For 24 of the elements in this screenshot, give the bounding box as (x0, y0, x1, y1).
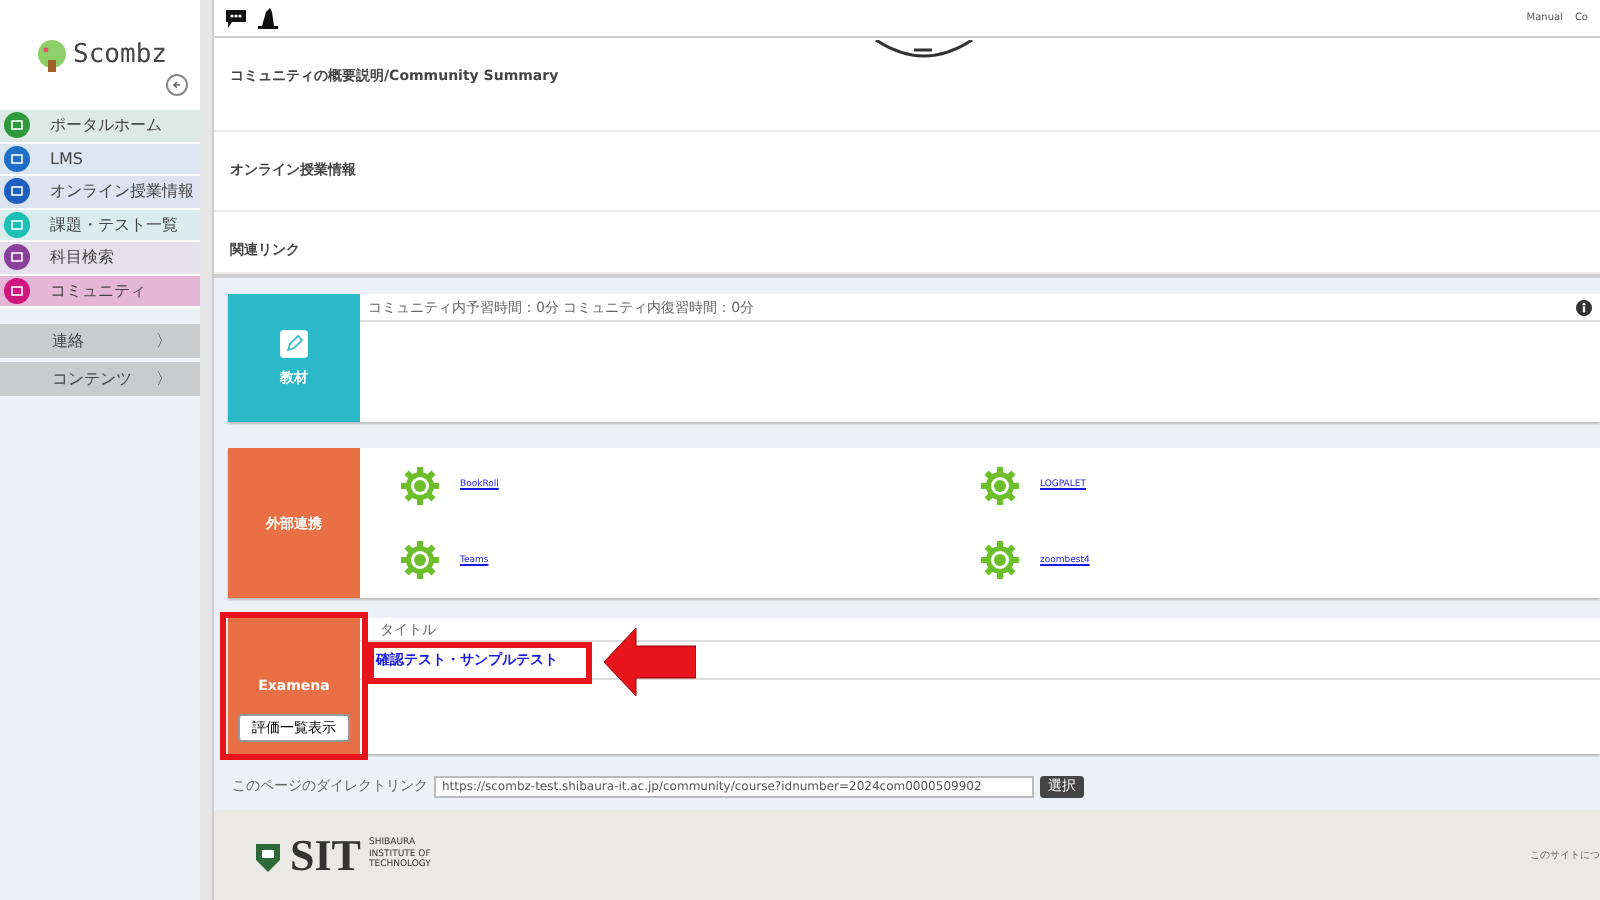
gear-icon (400, 465, 440, 506)
scrollbar[interactable] (200, 0, 214, 900)
gear-icon (980, 465, 1020, 506)
logo-text: SIT (290, 829, 361, 881)
gear-icon (980, 540, 1020, 581)
menu-item[interactable]: 課題・テスト一覧 (0, 209, 200, 242)
crest-icon (254, 839, 282, 871)
chevron-icon: 〉 (156, 330, 172, 352)
collapse-icon[interactable] (166, 74, 188, 96)
arrow-icon (604, 628, 696, 696)
menu-item[interactable]: オンライン授業情報 (0, 176, 200, 209)
menu-group[interactable]: コンテンツ 〉 (0, 362, 200, 396)
logo-text: Scombz (73, 40, 167, 70)
menu-item[interactable]: コミュニティ (0, 275, 200, 308)
menu-item[interactable]: ポータルホーム (0, 110, 200, 143)
edit-icon (280, 329, 308, 357)
chevron-icon: 〉 (156, 368, 172, 390)
menu-item[interactable]: 科目検索 (0, 242, 200, 275)
tree-logo-icon (33, 39, 70, 71)
menu-item[interactable]: LMS (0, 143, 200, 176)
info-icon[interactable] (1576, 299, 1592, 315)
chat-icon[interactable] (226, 9, 246, 28)
menu-group[interactable]: 連絡 〉 (0, 324, 200, 358)
gear-icon (400, 540, 440, 581)
